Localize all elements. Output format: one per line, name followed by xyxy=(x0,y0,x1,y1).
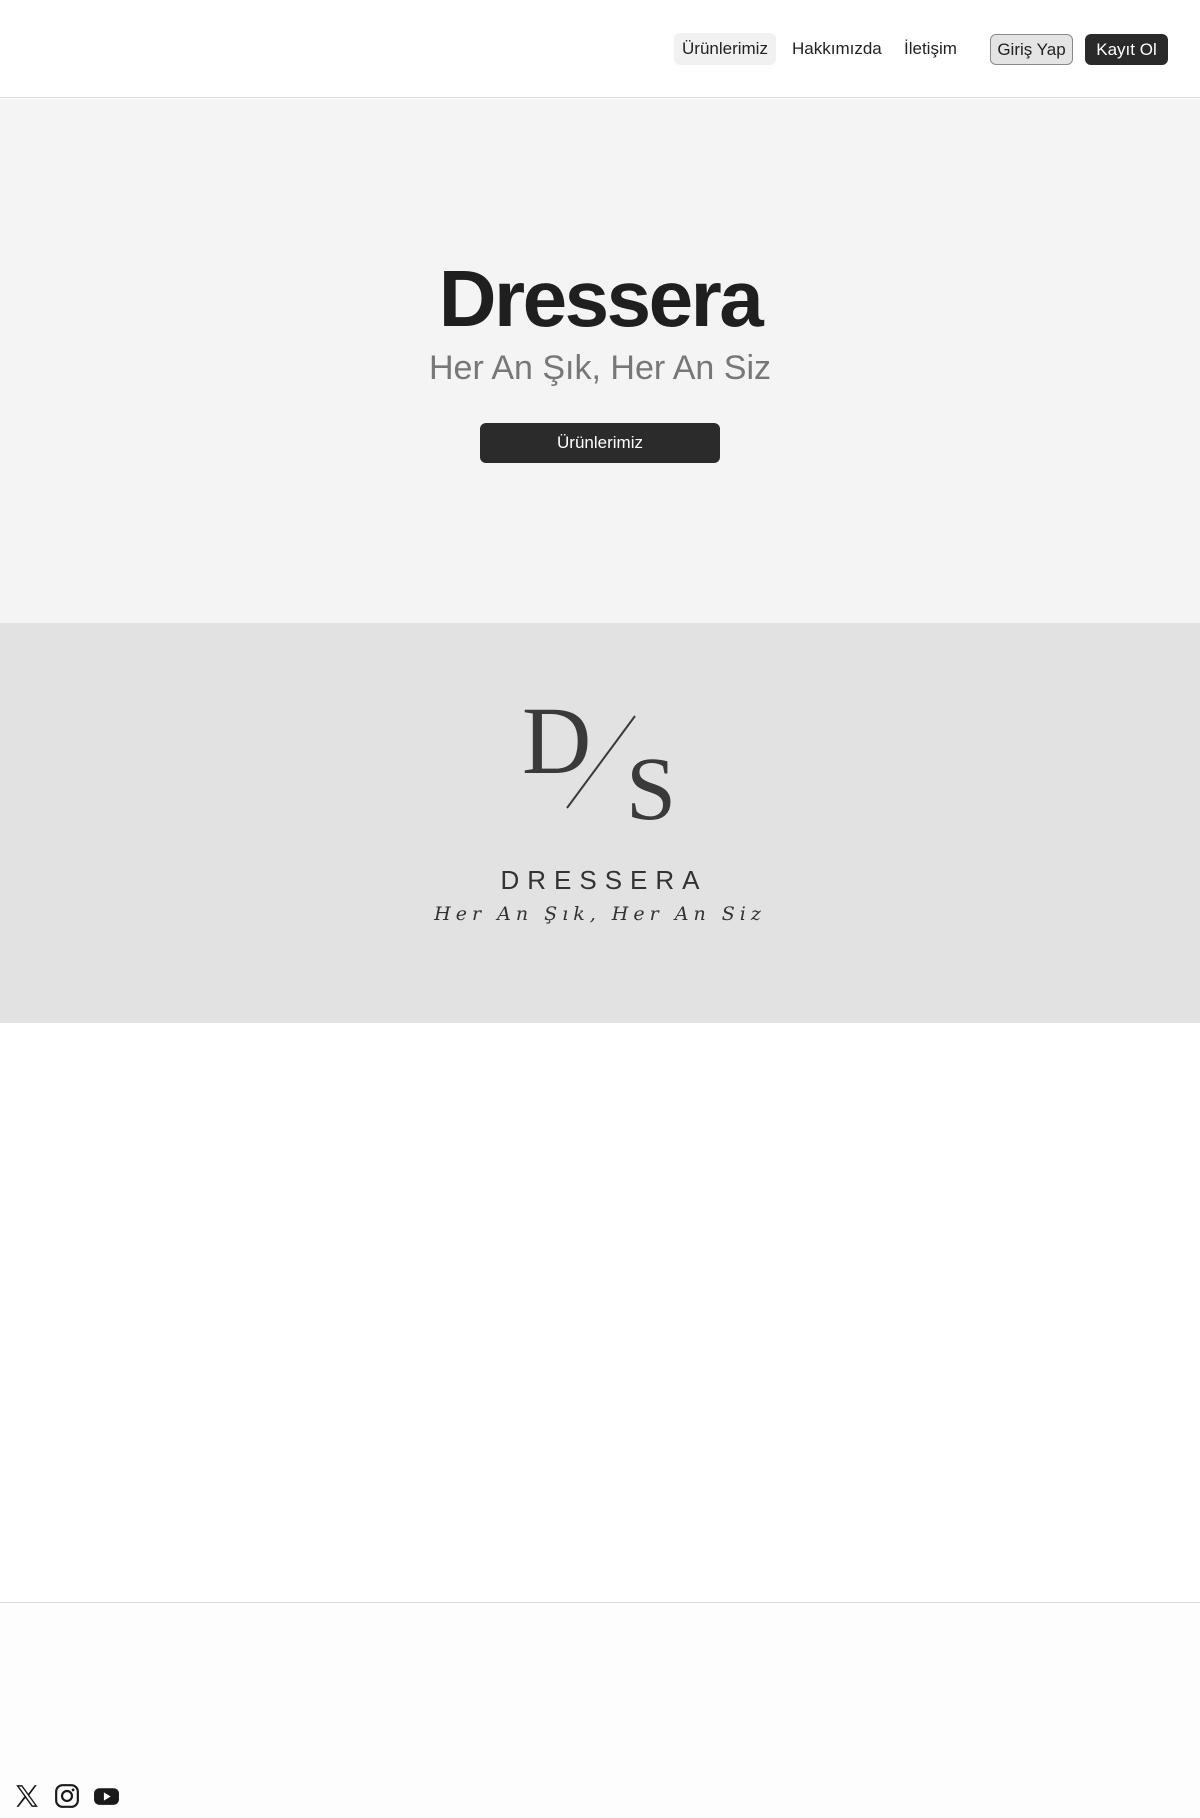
instagram-icon[interactable] xyxy=(54,1783,80,1814)
x-icon[interactable] xyxy=(14,1783,40,1814)
hero-title: Dressera xyxy=(438,254,764,343)
login-button[interactable]: Giriş Yap xyxy=(990,34,1073,65)
top-navigation-bar: Ürünlerimiz Hakkımızda İletişim Giriş Ya… xyxy=(0,0,1200,98)
brand-name: DRESSERA xyxy=(500,865,708,895)
content-area xyxy=(0,1023,1200,1603)
footer xyxy=(0,1602,1200,1818)
hero-subtitle: Her An Şık, Her An Siz xyxy=(428,349,772,387)
products-cta-button[interactable]: Ürünlerimiz xyxy=(480,423,720,463)
brand-section: D S DRESSERA Her An Şık, Her An Siz xyxy=(0,623,1200,1023)
nav-link-products[interactable]: Ürünlerimiz xyxy=(674,33,776,65)
brand-tagline: Her An Şık, Her An Siz xyxy=(434,903,766,925)
youtube-icon[interactable] xyxy=(93,1783,120,1814)
logo-letter-d: D xyxy=(522,693,591,794)
nav-link-contact[interactable]: İletişim xyxy=(896,33,965,65)
nav-link-about[interactable]: Hakkımızda xyxy=(784,33,890,65)
brand-logo: D S xyxy=(522,693,676,823)
logo-letter-s: S xyxy=(626,740,676,823)
hero-section: Dressera Her An Şık, Her An Siz Ürünleri… xyxy=(0,99,1200,623)
register-button[interactable]: Kayıt Ol xyxy=(1085,34,1168,65)
